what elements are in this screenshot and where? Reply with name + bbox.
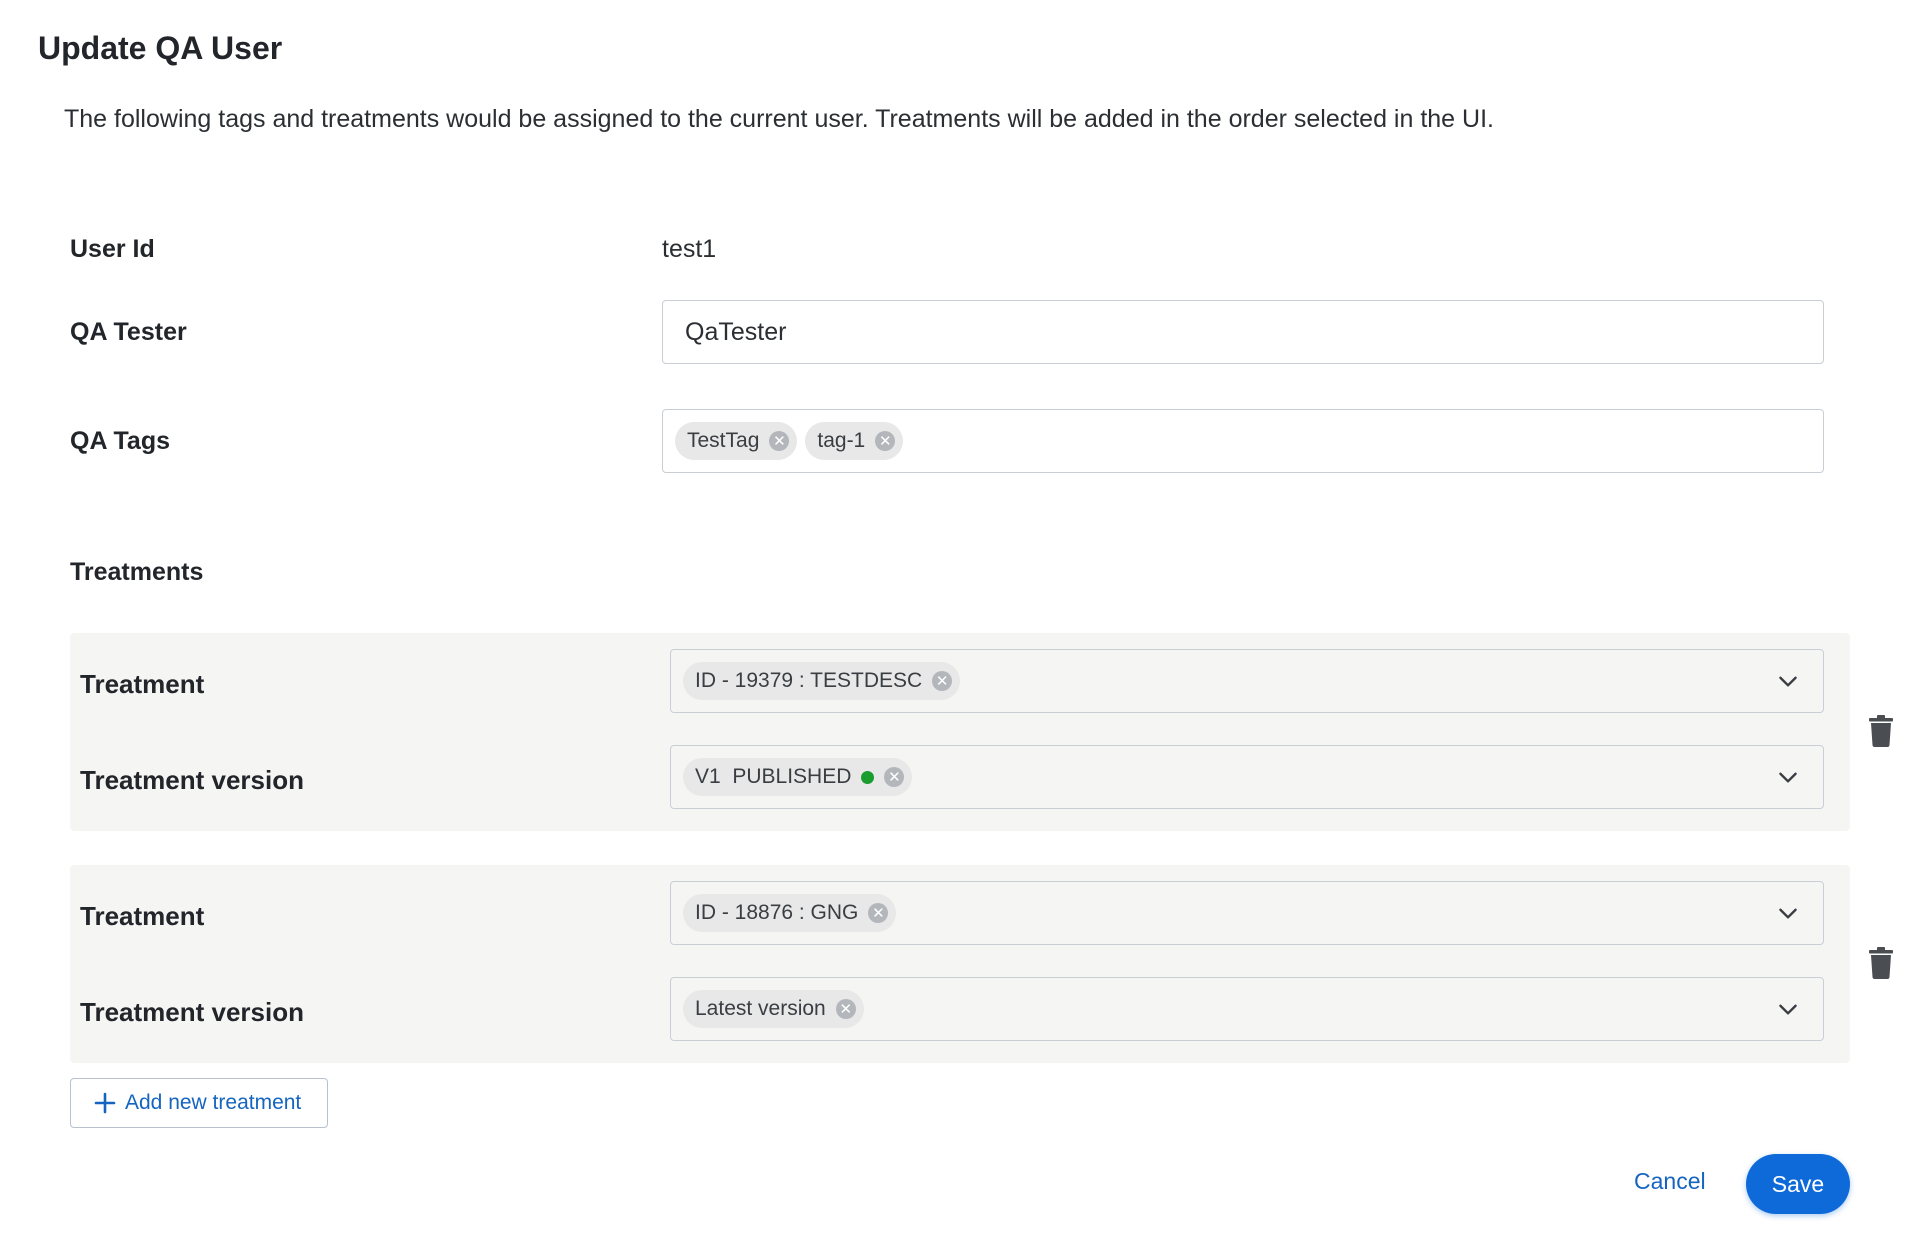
- qa-tester-input-value: QaTester: [685, 317, 787, 346]
- version-chip: Latest version ✕: [683, 990, 864, 1028]
- close-circle-icon[interactable]: ✕: [769, 431, 790, 451]
- user-id-value: test1: [662, 235, 717, 263]
- user-id-label: User Id: [70, 235, 155, 263]
- add-new-treatment-label: Add new treatment: [125, 1091, 302, 1114]
- chevron-down-icon[interactable]: [1775, 900, 1801, 926]
- treatment-label: Treatment: [80, 669, 205, 699]
- trash-icon[interactable]: [1868, 947, 1894, 979]
- qa-tags-label: QA Tags: [70, 427, 171, 455]
- treatment-version-label: Treatment version: [80, 997, 304, 1027]
- published-status-dot: [861, 770, 875, 784]
- treatment-chip: ID - 18876 : GNG ✕: [683, 894, 897, 932]
- treatment-chip-label: ID - 19379 : TESTDESC: [695, 669, 923, 692]
- add-new-treatment-button[interactable]: Add new treatment: [70, 1078, 328, 1128]
- close-circle-icon[interactable]: ✕: [875, 431, 896, 451]
- treatment-version-label: Treatment version: [80, 765, 304, 795]
- save-button[interactable]: Save: [1746, 1154, 1850, 1214]
- version-chip: V1 PUBLISHED ✕: [683, 758, 913, 796]
- treatment-version-select[interactable]: V1 PUBLISHED ✕: [670, 745, 1824, 809]
- treatment-select[interactable]: ID - 19379 : TESTDESC ✕: [670, 649, 1824, 713]
- update-qa-user-dialog: Update QA User The following tags and tr…: [0, 0, 1918, 1241]
- qa-tags-input[interactable]: TestTag ✕ tag-1 ✕: [662, 409, 1824, 473]
- tag-chip: TestTag ✕: [675, 422, 798, 460]
- close-circle-icon[interactable]: ✕: [835, 999, 856, 1019]
- qa-tester-label: QA Tester: [70, 318, 187, 346]
- dialog-description: The following tags and treatments would …: [64, 105, 1494, 133]
- version-chip-label: Latest version: [695, 997, 826, 1020]
- close-circle-icon[interactable]: ✕: [884, 767, 905, 787]
- tag-chip: tag-1 ✕: [805, 422, 904, 460]
- treatment-block: Treatment ID - 19379 : TESTDESC ✕ Treatm…: [70, 633, 1850, 831]
- close-circle-icon[interactable]: ✕: [868, 903, 889, 923]
- treatments-section-title: Treatments: [70, 558, 204, 586]
- qa-tester-input[interactable]: QaTester: [662, 300, 1824, 364]
- treatment-label: Treatment: [80, 901, 205, 931]
- close-circle-icon[interactable]: ✕: [932, 671, 953, 691]
- chevron-down-icon[interactable]: [1775, 996, 1801, 1022]
- chevron-down-icon[interactable]: [1775, 668, 1801, 694]
- treatment-select[interactable]: ID - 18876 : GNG ✕: [670, 881, 1824, 945]
- treatment-block: Treatment ID - 18876 : GNG ✕ Treatment v…: [70, 865, 1850, 1063]
- cancel-button[interactable]: Cancel: [1634, 1168, 1706, 1195]
- treatment-version-select[interactable]: Latest version ✕: [670, 977, 1824, 1041]
- dialog-title: Update QA User: [38, 30, 283, 66]
- chevron-down-icon[interactable]: [1775, 764, 1801, 790]
- tag-chip-label: tag-1: [817, 429, 866, 452]
- treatment-chip-label: ID - 18876 : GNG: [695, 901, 859, 924]
- tag-chip-label: TestTag: [687, 429, 760, 452]
- treatment-chip: ID - 19379 : TESTDESC ✕: [683, 662, 961, 700]
- trash-icon[interactable]: [1868, 715, 1894, 747]
- plus-icon: [94, 1092, 116, 1114]
- version-chip-label: V1 PUBLISHED: [695, 765, 852, 788]
